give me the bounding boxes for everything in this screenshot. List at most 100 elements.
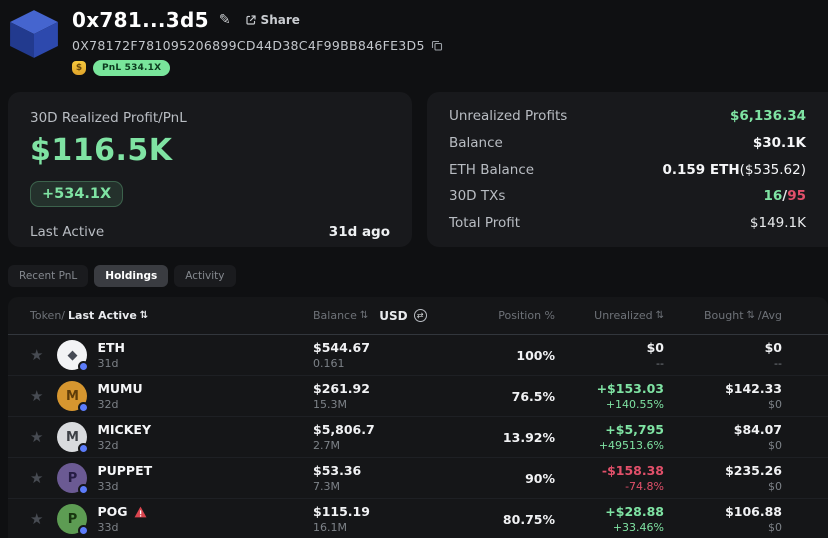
favorite-star-icon[interactable]: ★ [30, 387, 43, 405]
stat-row-eth-balance: ETH Balance 0.159 ETH($535.62) [449, 162, 806, 178]
balance-amount: 7.3M [313, 480, 340, 493]
token-age: 33d [97, 480, 152, 493]
sort-icon[interactable]: ⇅ [140, 311, 148, 321]
column-token-last-active[interactable]: Token/Last Active⇅ [8, 309, 313, 322]
stats-card: Unrealized Profits $6,136.34 Balance $30… [427, 92, 828, 247]
token-icon: P [57, 504, 87, 534]
balance-cell: $261.92 15.3M [313, 381, 433, 411]
unrealized-usd: +$5,795 [605, 422, 664, 437]
sort-icon[interactable]: ⇅ [360, 311, 368, 321]
table-row[interactable]: ★ M MUMU 32d $261.92 15.3M 76.5% [8, 376, 828, 417]
table-header: Token/Last Active⇅ Balance⇅ USD ⇄ Positi… [8, 297, 828, 335]
edit-icon[interactable]: ✎ [219, 12, 231, 28]
sort-icon[interactable]: ⇅ [656, 311, 664, 321]
sort-icon[interactable]: ⇅ [747, 311, 755, 321]
holdings-table: Token/Last Active⇅ Balance⇅ USD ⇄ Positi… [8, 297, 828, 538]
wallet-address: 0X78172F781095206899CD44D38C4F99BB846FE3… [72, 38, 425, 53]
currency-toggle-icon[interactable]: ⇄ [414, 309, 427, 322]
table-row[interactable]: ★ P PUPPET 33d $53.36 7.3M 90% [8, 458, 828, 499]
token-symbol[interactable]: POG [97, 504, 127, 519]
token-symbol[interactable]: MUMU [97, 381, 142, 396]
token-age: 32d [97, 398, 142, 411]
unrealized-profits-value: $6,136.34 [730, 108, 806, 124]
token-cell: ★ M MUMU 32d [8, 381, 313, 411]
column-bought-avg[interactable]: Bought⇅/Avg [664, 309, 782, 322]
bought-usd: $0 [765, 340, 782, 355]
position-percent: 80.75% [503, 512, 555, 527]
unrealized-cell: +$5,795 +49513.6% [555, 422, 664, 452]
tab-holdings[interactable]: Holdings [94, 265, 168, 287]
favorite-star-icon[interactable]: ★ [30, 469, 43, 487]
column-position[interactable]: Position % [433, 309, 555, 322]
table-row[interactable]: ★ ◆ ETH 31d $544.67 0.161 100% [8, 335, 828, 376]
table-row[interactable]: ★ M MICKEY 32d $5,806.7 2.7M 13.92% [8, 417, 828, 458]
token-symbol[interactable]: PUPPET [97, 463, 152, 478]
bought-avg: -- [774, 357, 782, 370]
unrealized-cell: +$153.03 +140.55% [555, 381, 664, 411]
balance-amount: 2.7M [313, 439, 340, 452]
bought-avg: $0 [768, 398, 782, 411]
token-age: 31d [97, 357, 125, 370]
copy-icon[interactable] [431, 39, 443, 52]
realized-pnl-label: 30D Realized Profit/PnL [30, 110, 390, 126]
position-percent: 13.92% [503, 430, 555, 445]
balance-usd: $261.92 [313, 381, 370, 396]
token-cell: ★ P PUPPET 33d [8, 463, 313, 493]
realized-pnl-card: 30D Realized Profit/PnL $116.5K +534.1X … [8, 92, 412, 247]
unrealized-usd: $0 [647, 340, 664, 355]
bought-cell: $142.33 $0 [664, 381, 782, 411]
token-icon: M [57, 381, 87, 411]
favorite-star-icon[interactable]: ★ [30, 428, 43, 446]
column-unrealized[interactable]: Unrealized⇅ [555, 309, 664, 322]
multiplier-badge: +534.1X [30, 181, 123, 207]
stat-row-balance: Balance $30.1K [449, 135, 806, 151]
balance-usd: $5,806.7 [313, 422, 375, 437]
position-percent: 76.5% [512, 389, 555, 404]
share-button[interactable]: Share [245, 13, 300, 27]
eth-balance-value: 0.159 ETH($535.62) [662, 162, 806, 178]
token-icon: M [57, 422, 87, 452]
currency-label: USD [379, 309, 407, 323]
unrealized-usd: +$153.03 [597, 381, 664, 396]
wallet-info: 0x781...3d5 ✎ Share 0X78172F781095206899… [72, 6, 443, 76]
wallet-header: 0x781...3d5 ✎ Share 0X78172F781095206899… [0, 0, 828, 76]
moneybag-icon: $ [72, 61, 86, 75]
favorite-star-icon[interactable]: ★ [30, 510, 43, 528]
last-active-label: Last Active [30, 224, 104, 240]
tab-bar: Recent PnL Holdings Activity [0, 265, 828, 287]
stat-row-unrealized: Unrealized Profits $6,136.34 [449, 108, 806, 124]
balance-cell: $115.19 16.1M [313, 504, 433, 534]
favorite-star-icon[interactable]: ★ [30, 346, 43, 364]
balance-amount: 16.1M [313, 521, 347, 534]
stat-row-total-profit: Total Profit $149.1K [449, 215, 806, 231]
token-age: 33d [97, 521, 146, 534]
bought-usd: $106.88 [725, 504, 782, 519]
bought-avg: $0 [768, 521, 782, 534]
position-cell: 80.75% [433, 512, 555, 527]
bought-cell: $106.88 $0 [664, 504, 782, 534]
unrealized-cell: $0 -- [555, 340, 664, 370]
total-profit-value: $149.1K [750, 215, 806, 231]
bought-avg: $0 [768, 480, 782, 493]
tab-activity[interactable]: Activity [174, 265, 235, 287]
cube-icon [8, 8, 60, 60]
unrealized-percent: +49513.6% [599, 439, 664, 452]
token-age: 32d [97, 439, 151, 452]
bought-usd: $235.26 [725, 463, 782, 478]
pnl-badge: PnL 534.1X [93, 60, 170, 76]
balance-value: $30.1K [753, 135, 806, 151]
bought-usd: $84.07 [734, 422, 782, 437]
token-cell: ★ P POG 33d [8, 504, 313, 534]
token-symbol[interactable]: ETH [97, 340, 125, 355]
unrealized-percent: +33.46% [613, 521, 664, 534]
balance-usd: $53.36 [313, 463, 361, 478]
token-cell: ★ ◆ ETH 31d [8, 340, 313, 370]
token-symbol[interactable]: MICKEY [97, 422, 151, 437]
column-balance[interactable]: Balance⇅ USD ⇄ [313, 309, 433, 323]
table-row[interactable]: ★ P POG 33d $115.19 16.1M 80.75% [8, 499, 828, 538]
token-cell: ★ M MICKEY 32d [8, 422, 313, 452]
unrealized-cell: +$28.88 +33.46% [555, 504, 664, 534]
balance-cell: $5,806.7 2.7M [313, 422, 433, 452]
tab-recent-pnl[interactable]: Recent PnL [8, 265, 88, 287]
position-cell: 76.5% [433, 389, 555, 404]
